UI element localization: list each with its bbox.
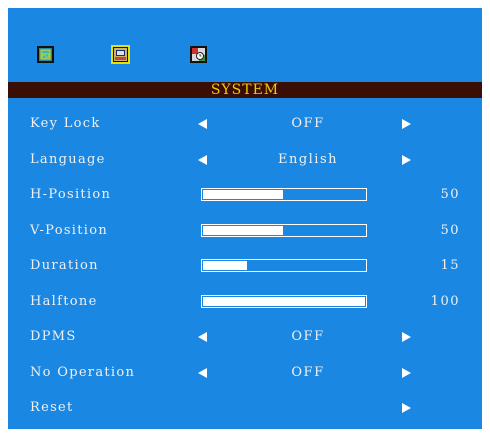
right-arrow-icon[interactable] — [402, 368, 411, 378]
menu-row-key-lock[interactable]: Key Lock OFF — [8, 110, 482, 138]
duration-slider-fill — [203, 261, 247, 270]
duration-value: 15 — [440, 258, 460, 273]
h-position-value: 50 — [440, 187, 460, 202]
v-position-slider[interactable] — [201, 224, 367, 237]
right-arrow-icon[interactable] — [402, 403, 411, 413]
menu-row-v-position[interactable]: V-Position 50 — [8, 217, 482, 245]
halftone-label: Halftone — [30, 294, 98, 309]
no-operation-value: OFF — [291, 365, 325, 380]
osd-menu: PD SYSTEM Key Lock OFF Language English … — [8, 8, 482, 429]
title-bar: SYSTEM — [8, 82, 482, 98]
right-arrow-icon[interactable] — [402, 155, 411, 165]
menu-row-no-operation[interactable]: No Operation OFF — [8, 359, 482, 387]
system-icon — [114, 48, 127, 61]
h-position-label: H-Position — [30, 187, 112, 202]
svg-text:PD: PD — [41, 53, 50, 60]
h-position-slider[interactable] — [201, 188, 367, 201]
tab-timer[interactable] — [190, 46, 207, 63]
menu-row-duration[interactable]: Duration 15 — [8, 252, 482, 280]
halftone-slider-fill — [203, 297, 365, 306]
duration-label: Duration — [30, 258, 99, 273]
reset-label: Reset — [30, 400, 74, 415]
key-lock-label: Key Lock — [30, 116, 101, 131]
h-position-slider-fill — [203, 190, 283, 199]
dpms-value: OFF — [291, 329, 325, 344]
left-arrow-icon[interactable] — [198, 119, 207, 129]
key-lock-value: OFF — [291, 116, 325, 131]
v-position-slider-fill — [203, 226, 283, 235]
menu-row-reset[interactable]: Reset — [8, 394, 482, 422]
clock-icon — [192, 48, 205, 61]
duration-slider[interactable] — [201, 259, 367, 272]
no-operation-label: No Operation — [30, 365, 136, 380]
v-position-label: V-Position — [30, 223, 109, 238]
halftone-slider[interactable] — [201, 295, 367, 308]
page-title: SYSTEM — [210, 82, 280, 98]
tab-system[interactable] — [111, 45, 130, 64]
left-arrow-icon[interactable] — [198, 368, 207, 378]
tab-picture[interactable]: PD — [37, 46, 54, 63]
picture-icon: PD — [39, 48, 52, 61]
language-label: Language — [30, 152, 106, 167]
menu-row-halftone[interactable]: Halftone 100 — [8, 288, 482, 316]
menu-row-h-position[interactable]: H-Position 50 — [8, 181, 482, 209]
v-position-value: 50 — [440, 223, 460, 238]
halftone-value: 100 — [430, 294, 460, 309]
menu-row-language[interactable]: Language English — [8, 146, 482, 174]
right-arrow-icon[interactable] — [402, 332, 411, 342]
dpms-label: DPMS — [30, 329, 77, 344]
menu-row-dpms[interactable]: DPMS OFF — [8, 323, 482, 351]
language-value: English — [277, 152, 339, 167]
right-arrow-icon[interactable] — [402, 119, 411, 129]
left-arrow-icon[interactable] — [198, 332, 207, 342]
left-arrow-icon[interactable] — [198, 155, 207, 165]
